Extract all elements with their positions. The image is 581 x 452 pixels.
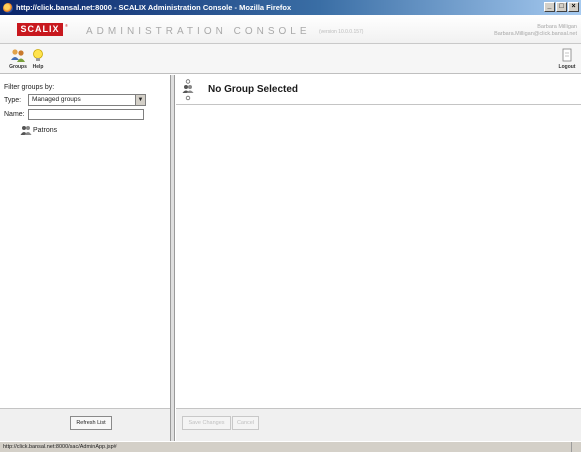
scalix-logo: SCALIX xyxy=(17,23,63,36)
groups-icon xyxy=(11,49,25,62)
logout-icon xyxy=(562,48,572,62)
resize-grip[interactable] xyxy=(571,442,581,452)
groups-list-pane: Filter groups by: Type: Managed groups ▼… xyxy=(0,75,171,441)
details-title: No Group Selected xyxy=(208,84,299,95)
group-details-pane: No Group Selected Save Changes Cancel xyxy=(176,75,581,441)
tree-item-label: Patrons xyxy=(33,126,58,134)
left-footer: Refresh List xyxy=(0,408,170,441)
tree-item-patrons[interactable]: Patrons xyxy=(20,125,57,135)
refresh-list-button[interactable]: Refresh List xyxy=(70,416,112,430)
logo-trademark: ® xyxy=(65,23,68,28)
window-controls: _ □ × xyxy=(544,2,579,12)
help-button[interactable]: Help xyxy=(26,46,50,72)
help-label: Help xyxy=(32,64,44,70)
details-header: No Group Selected xyxy=(176,75,581,105)
user-email: Barbara.Milligan@click.bansal.net xyxy=(494,31,577,37)
group-icon xyxy=(20,126,32,135)
name-filter-input[interactable] xyxy=(28,109,144,120)
window-titlebar: http://click.bansal.net:8000 - SCALIX Ad… xyxy=(0,0,581,15)
close-button[interactable]: × xyxy=(568,2,579,12)
user-name: Barbara Milligan xyxy=(537,24,577,30)
console-title: ADMINISTRATION CONSOLE xyxy=(86,26,311,37)
group-icon xyxy=(182,79,194,101)
version-label: (version 10.0.0.157) xyxy=(319,29,364,35)
logout-label: Logout xyxy=(558,64,576,70)
window-title: http://click.bansal.net:8000 - SCALIX Ad… xyxy=(16,3,292,12)
pane-splitter[interactable] xyxy=(171,75,175,441)
main-toolbar: Groups Help Logout xyxy=(0,44,581,74)
status-url: http://click.bansal.net:8000/sac/AdminAp… xyxy=(3,444,117,450)
save-changes-button[interactable]: Save Changes xyxy=(182,416,231,430)
user-info: Barbara Milligan Barbara.Milligan@click.… xyxy=(494,24,577,38)
type-label: Type: xyxy=(4,97,22,104)
status-bar: http://click.bansal.net:8000/sac/AdminAp… xyxy=(0,441,581,452)
app-banner: SCALIX ® ADMINISTRATION CONSOLE (version… xyxy=(0,15,581,44)
filter-heading: Filter groups by: xyxy=(4,84,55,91)
name-label: Name: xyxy=(4,111,25,118)
cancel-button[interactable]: Cancel xyxy=(232,416,259,430)
minimize-button[interactable]: _ xyxy=(544,2,555,12)
chevron-down-icon[interactable]: ▼ xyxy=(135,95,145,105)
lightbulb-icon xyxy=(33,49,43,61)
type-dropdown[interactable]: Managed groups ▼ xyxy=(28,94,146,106)
logout-button[interactable]: Logout xyxy=(555,46,579,72)
type-selected-value: Managed groups xyxy=(32,96,81,103)
maximize-button[interactable]: □ xyxy=(556,2,567,12)
right-footer: Save Changes Cancel xyxy=(176,408,581,441)
firefox-icon xyxy=(3,3,13,13)
